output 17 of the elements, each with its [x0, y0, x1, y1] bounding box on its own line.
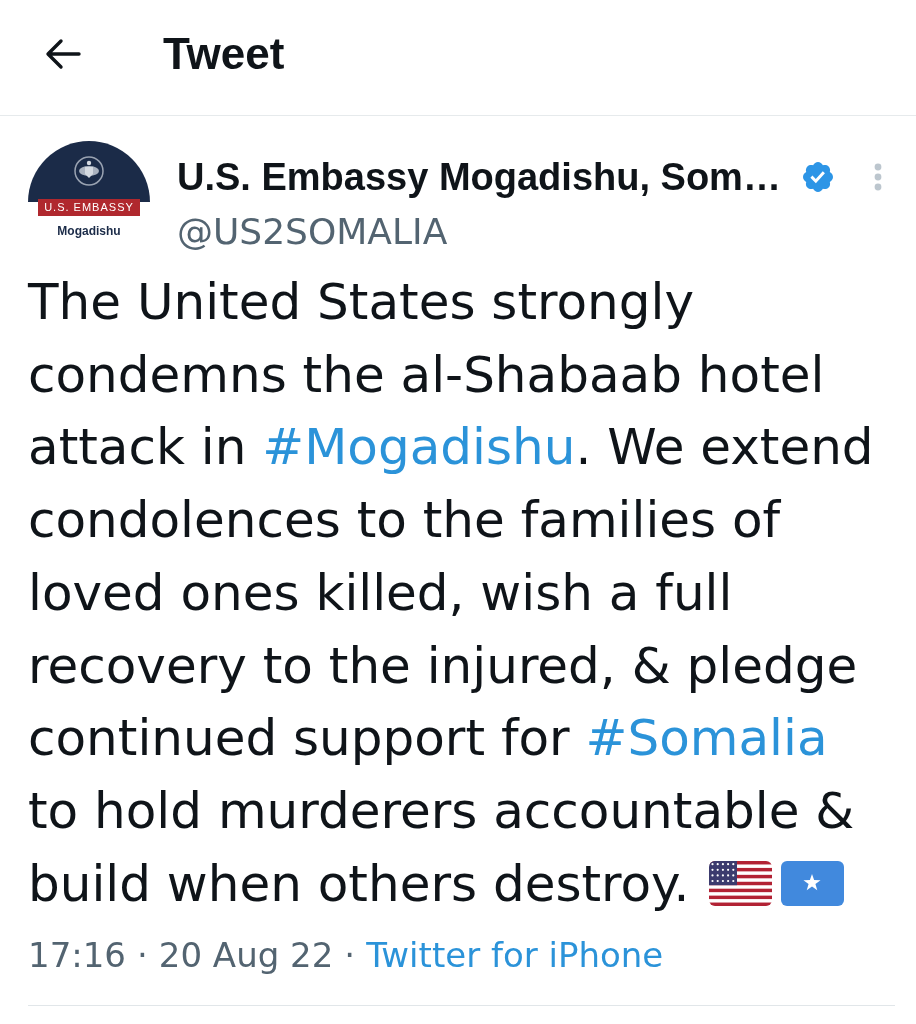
tweet-text: The United States strongly condemns the al-Shabaab hotel attack in #Mogadishu. We extend condolences to the families of loved ones killed, wish a full recovery to the injured, & pledge continued support for #Somalia to hold murderers accountable & build when others destroy.: [28, 272, 875, 915]
hashtag-link[interactable]: #Mogadishu: [262, 418, 576, 477]
tweet-date: 20 Aug 22: [158, 934, 334, 978]
middle-dot-separator: ·: [344, 934, 356, 978]
author-handle[interactable]: @US2SOMALIA: [177, 210, 448, 254]
us-flag-icon: [709, 860, 773, 906]
seal-icon: [28, 141, 150, 202]
star-flag-icon: [781, 860, 845, 906]
middle-dot-separator: ·: [137, 934, 148, 978]
avatar-caption: Mogadishu: [57, 224, 121, 238]
author-name[interactable]: U.S. Embassy Mogadishu, Som…: [177, 154, 781, 200]
back-arrow-icon[interactable]: [45, 37, 81, 70]
tweet-time: 17:16: [28, 934, 126, 978]
avatar-banner-label: U.S. EMBASSY: [38, 199, 140, 216]
hashtag-link[interactable]: #Somalia: [585, 709, 828, 768]
page-title: Tweet: [163, 27, 285, 80]
source-link[interactable]: Twitter for iPhone: [366, 933, 664, 978]
